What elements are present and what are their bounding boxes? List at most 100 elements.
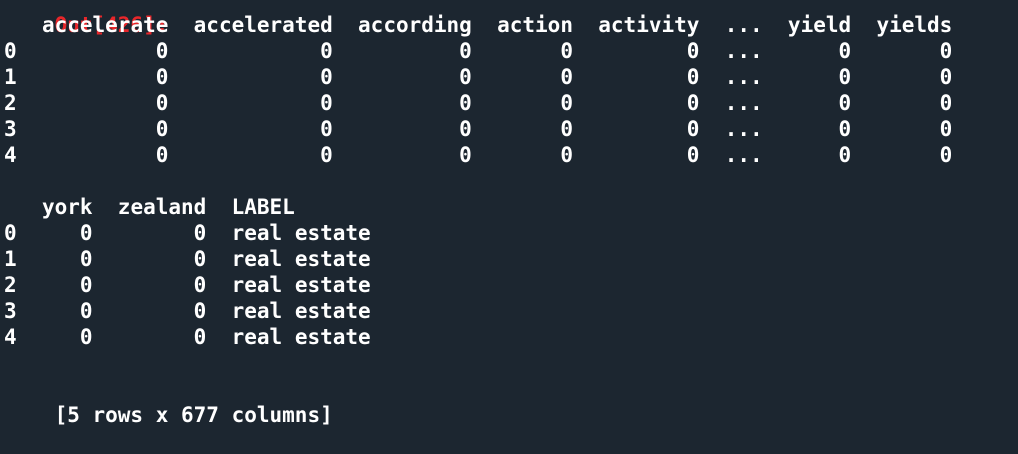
header-cell: zealand: [92, 195, 207, 219]
table-cell: ...: [699, 39, 763, 63]
table-cell: 0: [16, 299, 93, 323]
header-cell: accelerated: [168, 13, 333, 37]
table-cell: 0: [332, 65, 472, 89]
terminal-output: Out[426]: accelerate accelerated accordi…: [4, 0, 1014, 427]
dataframe-block-2: york zealand LABEL 0 0 0 real estate 1 0 …: [4, 194, 1014, 350]
table-row: 0 0 0 real estate: [4, 220, 1014, 246]
header-cell: [4, 13, 17, 37]
table-cell: 0: [16, 117, 169, 141]
row-index-cell: 4: [4, 325, 17, 349]
table-cell: real estate: [206, 273, 371, 297]
table-cell: 0: [332, 39, 472, 63]
table-body: 0 0 0 0 0 0 ... 0 01 0 0 0 0 0 ... 0 02 …: [4, 38, 1014, 168]
row-index-cell: 0: [4, 221, 17, 245]
table-cell: 0: [332, 117, 472, 141]
table-row: 2 0 0 0 0 0 ... 0 0: [4, 90, 1014, 116]
table-cell: real estate: [206, 221, 371, 245]
table-cell: 0: [471, 65, 573, 89]
table-cell: 0: [168, 143, 333, 167]
header-cell: LABEL: [206, 195, 371, 219]
table-cell: 0: [92, 247, 207, 271]
table-cell: 0: [851, 65, 953, 89]
row-index-cell: 1: [4, 247, 17, 271]
table-cell: 0: [168, 39, 333, 63]
table-cell: 0: [572, 143, 700, 167]
row-index-cell: 3: [4, 117, 17, 141]
table-cell: 0: [471, 39, 573, 63]
row-index-cell: 2: [4, 91, 17, 115]
table-cell: 0: [92, 325, 207, 349]
table-row: 1 0 0 0 0 0 ... 0 0: [4, 64, 1014, 90]
table-cell: 0: [471, 91, 573, 115]
table-cell: 0: [168, 117, 333, 141]
header-cell: action: [471, 13, 573, 37]
summary-line: [5 rows x 677 columns]: [4, 376, 1014, 427]
table-cell: 0: [92, 299, 207, 323]
table-cell: real estate: [206, 247, 371, 271]
table-row: 2 0 0 real estate: [4, 272, 1014, 298]
table-cell: 0: [16, 273, 93, 297]
table-cell: 0: [16, 143, 169, 167]
header-cell: york: [16, 195, 93, 219]
header-cell: activity: [572, 13, 700, 37]
header-cell: yields: [851, 13, 953, 37]
row-index-cell: 0: [4, 39, 17, 63]
table-cell: ...: [699, 117, 763, 141]
table-cell: 0: [762, 143, 852, 167]
table-cell: 0: [92, 221, 207, 245]
table-row: 1 0 0 real estate: [4, 246, 1014, 272]
header-cell: [4, 195, 17, 219]
table-cell: 0: [16, 325, 93, 349]
row-index-cell: 3: [4, 299, 17, 323]
row-index-cell: 2: [4, 273, 17, 297]
table-cell: 0: [168, 65, 333, 89]
table-cell: 0: [16, 221, 93, 245]
table-cell: 0: [851, 39, 953, 63]
row-index-cell: 4: [4, 143, 17, 167]
table-row: 3 0 0 0 0 0 ... 0 0: [4, 116, 1014, 142]
table-cell: real estate: [206, 325, 371, 349]
header-cell: accelerate: [16, 13, 169, 37]
table-cell: 0: [851, 117, 953, 141]
table-cell: 0: [762, 39, 852, 63]
table-cell: 0: [572, 117, 700, 141]
table-cell: 0: [572, 65, 700, 89]
header-cell: yield: [762, 13, 852, 37]
table-cell: 0: [471, 117, 573, 141]
output-prompt-line: Out[426]:: [4, 0, 1014, 37]
table-cell: 0: [572, 91, 700, 115]
table-cell: 0: [332, 91, 472, 115]
table-header-row: york zealand LABEL: [4, 194, 1014, 220]
table-cell: 0: [16, 247, 93, 271]
table-row: 3 0 0 real estate: [4, 298, 1014, 324]
table-cell: 0: [332, 143, 472, 167]
table-body: 0 0 0 real estate 1 0 0 real estate 2 0 0 …: [4, 220, 1014, 350]
table-cell: 0: [762, 91, 852, 115]
table-cell: 0: [762, 65, 852, 89]
table-row: 4 0 0 0 0 0 ... 0 0: [4, 142, 1014, 168]
table-row: 0 0 0 0 0 0 ... 0 0: [4, 38, 1014, 64]
table-cell: 0: [16, 39, 169, 63]
table-cell: ...: [699, 65, 763, 89]
table-cell: 0: [168, 91, 333, 115]
table-row: 4 0 0 real estate: [4, 324, 1014, 350]
dataframe-block-1: accelerate accelerated according action …: [4, 12, 1014, 168]
header-cell: ...: [699, 13, 763, 37]
table-cell: 0: [572, 39, 700, 63]
table-cell: 0: [851, 91, 953, 115]
table-header-row: accelerate accelerated according action …: [4, 12, 1014, 38]
table-cell: 0: [762, 117, 852, 141]
table-cell: 0: [92, 273, 207, 297]
header-cell: according: [332, 13, 472, 37]
table-cell: ...: [699, 143, 763, 167]
dataframe-shape-summary: [5 rows x 677 columns]: [54, 403, 333, 427]
table-cell: ...: [699, 91, 763, 115]
table-cell: 0: [16, 91, 169, 115]
table-cell: 0: [16, 65, 169, 89]
row-index-cell: 1: [4, 65, 17, 89]
table-cell: real estate: [206, 299, 371, 323]
table-cell: 0: [471, 143, 573, 167]
table-cell: 0: [851, 143, 953, 167]
